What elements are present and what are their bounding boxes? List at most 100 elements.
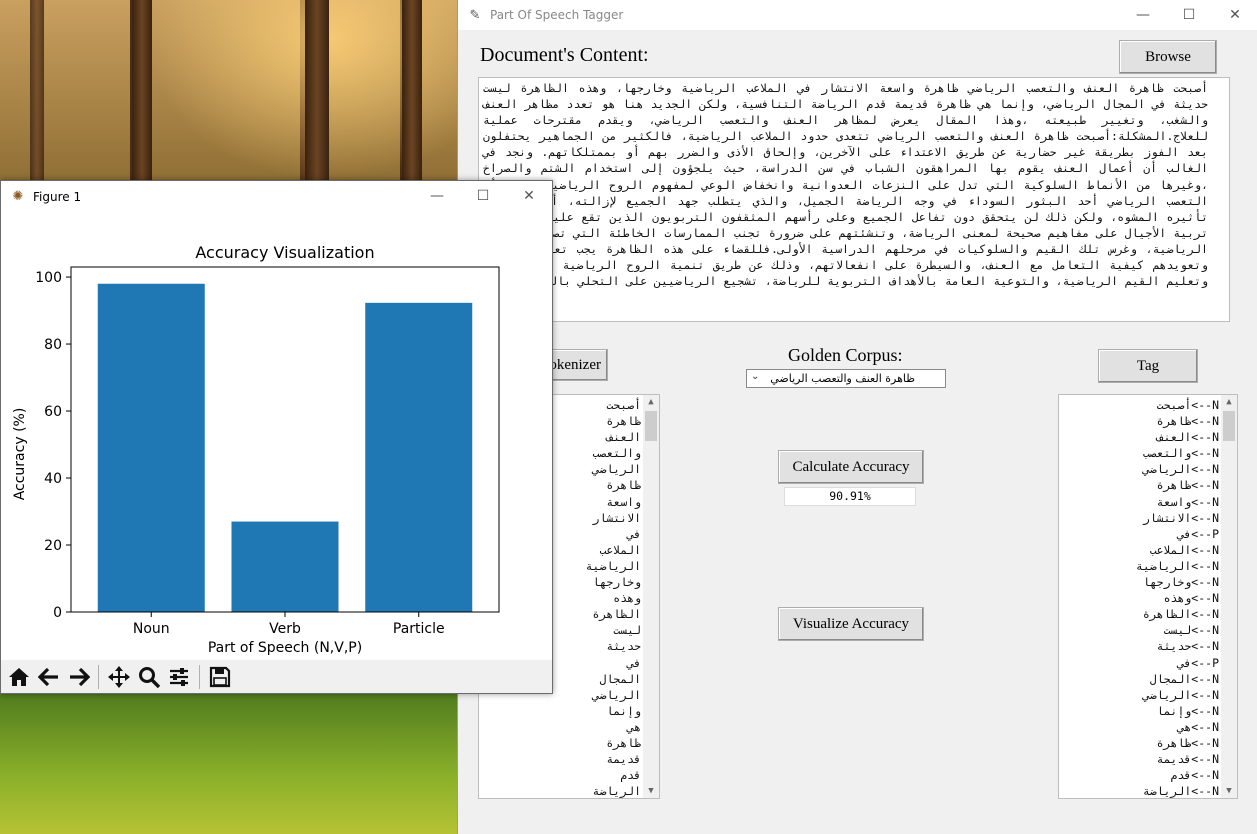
chart-title: Accuracy Visualization bbox=[195, 243, 374, 262]
list-item[interactable]: N-->أصبحت bbox=[1136, 397, 1219, 413]
grass bbox=[0, 690, 460, 834]
accuracy-chart: Accuracy Visualization Part of Speech (N… bbox=[12, 243, 500, 656]
tag-button[interactable]: Tag bbox=[1098, 349, 1198, 383]
y-tick-label: 100 bbox=[35, 270, 62, 286]
list-item[interactable]: العنف bbox=[586, 429, 641, 445]
list-item[interactable]: الرياضي bbox=[586, 687, 641, 703]
scroll-up-icon[interactable]: ▲ bbox=[1221, 395, 1237, 409]
maximize-icon[interactable]: ☐ bbox=[460, 181, 506, 211]
plot-area: Accuracy Visualization Part of Speech (N… bbox=[1, 212, 552, 660]
y-axis-label: Accuracy (%) bbox=[12, 408, 28, 501]
save-icon[interactable] bbox=[206, 663, 234, 691]
list-item[interactable]: P-->في bbox=[1136, 526, 1219, 542]
list-item[interactable]: N-->هي bbox=[1136, 719, 1219, 735]
list-item[interactable]: N-->والتعصب bbox=[1136, 445, 1219, 461]
list-item[interactable]: الظاهرة bbox=[586, 606, 641, 622]
scroll-up-icon[interactable]: ▲ bbox=[1229, 78, 1230, 92]
list-item[interactable]: الملاعب bbox=[586, 542, 641, 558]
list-item[interactable]: N-->ظاهرة bbox=[1136, 413, 1219, 429]
list-item[interactable]: N-->واسعة bbox=[1136, 494, 1219, 510]
list-item[interactable]: N-->الرياضة bbox=[1136, 783, 1219, 798]
list-item[interactable]: N-->ظاهرة bbox=[1136, 735, 1219, 751]
list-item[interactable]: واسعة bbox=[586, 494, 641, 510]
list-item[interactable]: في bbox=[586, 655, 641, 671]
scroll-up-icon[interactable]: ▲ bbox=[643, 395, 659, 409]
list-item[interactable]: N-->وإنما bbox=[1136, 703, 1219, 719]
tagged-list[interactable]: N-->أصبحت N-->ظاهرة N-->العنف N-->والتعصب N-… bbox=[1058, 394, 1238, 799]
accuracy-field[interactable]: 90.91% bbox=[784, 487, 916, 506]
figure-toolbar bbox=[1, 660, 552, 693]
chevron-down-icon[interactable]: ⌄ bbox=[751, 371, 759, 382]
x-tick-label: Verb bbox=[269, 621, 301, 637]
list-item[interactable]: N-->قدم bbox=[1136, 767, 1219, 783]
pan-icon[interactable] bbox=[105, 663, 133, 691]
configure-icon[interactable] bbox=[165, 663, 193, 691]
scroll-down-icon[interactable]: ▼ bbox=[1229, 307, 1230, 321]
minimize-icon[interactable]: — bbox=[414, 181, 460, 211]
list-item[interactable]: ليست bbox=[586, 622, 641, 638]
main-titlebar[interactable]: ✎ Part Of Speech Tagger — ☐ ✕ bbox=[458, 0, 1257, 30]
list-item[interactable]: N-->الرياضي bbox=[1136, 687, 1219, 703]
zoom-icon[interactable] bbox=[135, 663, 163, 691]
home-icon[interactable] bbox=[5, 663, 33, 691]
forward-icon[interactable] bbox=[65, 663, 93, 691]
back-icon[interactable] bbox=[35, 663, 63, 691]
list-item[interactable]: ظاهرة bbox=[586, 413, 641, 429]
list-item[interactable]: N-->المجال bbox=[1136, 671, 1219, 687]
close-icon[interactable]: ✕ bbox=[1212, 0, 1257, 30]
document-text: أصبحت ظاهرة العنف والتعصب الرياضي ظاهرة … bbox=[483, 81, 1208, 289]
x-tick-label: Noun bbox=[133, 621, 170, 637]
calculate-accuracy-button[interactable]: Calculate Accuracy bbox=[778, 450, 924, 484]
list-item[interactable]: ظاهرة bbox=[586, 735, 641, 751]
list-item[interactable]: الرياضة bbox=[586, 783, 641, 798]
list-item[interactable]: N-->الرياضي bbox=[1136, 461, 1219, 477]
list-item[interactable]: N-->الانتشار bbox=[1136, 510, 1219, 526]
minimize-icon[interactable]: — bbox=[1120, 0, 1166, 30]
list-item[interactable]: وإنما bbox=[586, 703, 641, 719]
figure-titlebar[interactable]: ✺ Figure 1 — ☐ ✕ bbox=[1, 181, 552, 212]
list-item[interactable]: وهذه bbox=[586, 590, 641, 606]
list-item[interactable]: N-->وخارجها bbox=[1136, 574, 1219, 590]
maximize-icon[interactable]: ☐ bbox=[1166, 0, 1212, 30]
list-item[interactable]: وخارجها bbox=[586, 574, 641, 590]
visualize-accuracy-button[interactable]: Visualize Accuracy bbox=[778, 607, 924, 641]
list-item[interactable]: ظاهرة bbox=[586, 477, 641, 493]
toolbar-separator bbox=[98, 665, 99, 689]
list-item[interactable]: N-->الملاعب bbox=[1136, 542, 1219, 558]
document-scrollbar[interactable]: ▲ ▼ bbox=[1229, 78, 1230, 321]
list-item[interactable]: P-->في bbox=[1136, 655, 1219, 671]
scroll-thumb[interactable] bbox=[645, 411, 657, 441]
scroll-thumb[interactable] bbox=[1223, 411, 1235, 441]
list-item[interactable]: N-->ظاهرة bbox=[1136, 477, 1219, 493]
list-item[interactable]: N-->الظاهرة bbox=[1136, 606, 1219, 622]
list-item[interactable]: والتعصب bbox=[586, 445, 641, 461]
list-item[interactable]: هي bbox=[586, 719, 641, 735]
golden-corpus-select[interactable]: ظاهرة العنف والتعصب الرياضي ⌄ bbox=[746, 369, 946, 388]
list-item[interactable]: N-->وهذه bbox=[1136, 590, 1219, 606]
list-item[interactable]: N-->العنف bbox=[1136, 429, 1219, 445]
list-item[interactable]: أصبحت bbox=[586, 397, 641, 413]
document-text-area[interactable]: أصبحت ظاهرة العنف والتعصب الرياضي ظاهرة … bbox=[478, 77, 1230, 322]
browse-button[interactable]: Browse bbox=[1119, 40, 1217, 74]
list-item[interactable]: في bbox=[586, 526, 641, 542]
list-item[interactable]: N-->قديمة bbox=[1136, 751, 1219, 767]
scroll-down-icon[interactable]: ▼ bbox=[1221, 784, 1237, 798]
list-item[interactable]: الرياضية bbox=[586, 558, 641, 574]
list-item[interactable]: N-->حديثة bbox=[1136, 638, 1219, 654]
figure-title: Figure 1 bbox=[33, 189, 82, 204]
list-item[interactable]: قدم bbox=[586, 767, 641, 783]
list-item[interactable]: الانتشار bbox=[586, 510, 641, 526]
y-tick-label: 40 bbox=[44, 471, 62, 487]
tokens-scrollbar[interactable]: ▲ ▼ bbox=[643, 395, 659, 798]
tagged-items: N-->أصبحت N-->ظاهرة N-->العنف N-->والتعصب N-… bbox=[1136, 397, 1219, 798]
scroll-down-icon[interactable]: ▼ bbox=[643, 784, 659, 798]
list-item[interactable]: قديمة bbox=[586, 751, 641, 767]
list-item[interactable]: الرياضي bbox=[586, 461, 641, 477]
close-icon[interactable]: ✕ bbox=[506, 181, 552, 211]
pos-tagger-window: ✎ Part Of Speech Tagger — ☐ ✕ Document's… bbox=[457, 0, 1257, 834]
list-item[interactable]: N-->الرياضية bbox=[1136, 558, 1219, 574]
list-item[interactable]: N-->ليست bbox=[1136, 622, 1219, 638]
list-item[interactable]: حديثة bbox=[586, 638, 641, 654]
list-item[interactable]: المجال bbox=[586, 671, 641, 687]
tagged-scrollbar[interactable]: ▲ ▼ bbox=[1221, 395, 1237, 798]
